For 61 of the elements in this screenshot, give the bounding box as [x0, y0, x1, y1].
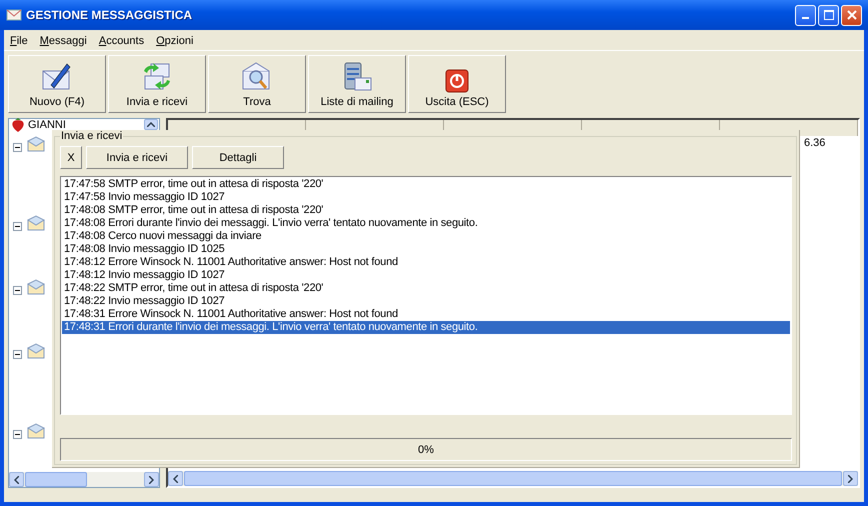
scrollbar-thumb[interactable]: [25, 472, 87, 487]
log-entry[interactable]: 17:48:08 Errori durante l'invio dei messaggi. L'invio verra' tentato nuovamente in seguito.: [62, 217, 790, 230]
envelope-icon: [27, 423, 45, 439]
envelope-icon: [27, 343, 45, 359]
log-entry[interactable]: 17:48:08 Cerco nuovi messaggi da inviare: [62, 230, 790, 243]
log-entry[interactable]: 17:48:12 Invio messaggio ID 1027: [62, 269, 790, 282]
menu-item[interactable]: Messaggi: [40, 35, 87, 47]
log-entry[interactable]: 17:48:08 Invio messaggio ID 1025: [62, 243, 790, 256]
chevron-up-icon: [147, 122, 155, 127]
collapse-icon[interactable]: [13, 222, 22, 231]
envelope-icon: [6, 8, 22, 22]
minimize-button[interactable]: [795, 4, 816, 26]
progress-reading: 0%: [418, 444, 434, 456]
menu-item[interactable]: File: [10, 35, 28, 47]
envelope-icon: [27, 279, 45, 295]
chevron-left-icon: [173, 474, 178, 482]
toolbar-button[interactable]: Uscita (ESC): [408, 55, 506, 113]
toolbar-button[interactable]: Nuovo (F4): [8, 55, 106, 113]
log-entry[interactable]: 17:48:22 Invio messaggio ID 1027: [62, 295, 790, 308]
scroll-left-button[interactable]: [168, 471, 183, 486]
group-title: Invia e ricevi: [60, 130, 124, 142]
chevron-right-icon: [149, 476, 154, 484]
close-button[interactable]: X: [60, 146, 82, 169]
toolbar-button[interactable]: Trova: [208, 55, 306, 113]
scroll-left-button[interactable]: [9, 472, 24, 487]
log-entry[interactable]: 17:47:58 Invio messaggio ID 1027: [62, 191, 790, 204]
chevron-right-icon: [848, 474, 853, 482]
table-cell-text: 6.36: [804, 136, 826, 150]
close-icon: [846, 10, 856, 20]
panel-button[interactable]: Dettagli: [192, 146, 284, 169]
log-entry[interactable]: 17:48:22 SMTP error, time out in attesa di risposta '220': [62, 282, 790, 295]
scroll-right-button[interactable]: [144, 472, 159, 487]
panel-button[interactable]: Invia e ricevi: [86, 146, 188, 169]
maximize-icon: [824, 10, 834, 20]
toolbar-button[interactable]: Invia e ricevi: [108, 55, 206, 113]
menu-item[interactable]: Opzioni: [156, 35, 194, 47]
power-icon: [445, 69, 469, 93]
maximize-button[interactable]: [818, 4, 839, 26]
window-title: GESTIONE MESSAGGISTICA: [26, 8, 194, 22]
envelope-arrows-icon: [141, 61, 173, 93]
toolbar-button[interactable]: Liste di mailing: [308, 55, 406, 113]
chevron-left-icon: [14, 476, 19, 484]
menu-item[interactable]: Accounts: [98, 35, 144, 47]
envelope-icon: [27, 136, 45, 152]
scroll-up-button[interactable]: [144, 119, 158, 130]
scrollbar-thumb[interactable]: [184, 471, 842, 486]
log-entry[interactable]: 17:48:08 SMTP error, time out in attesa di risposta '220': [62, 204, 790, 217]
collapse-icon[interactable]: [13, 143, 22, 152]
log-entry[interactable]: 17:48:12 Errore Winsock N. 11001 Authoritative answer: Host not found: [62, 256, 790, 269]
envelope-icon: [27, 215, 45, 231]
strawberry-icon: [11, 117, 25, 133]
log-entry[interactable]: 17:47:58 SMTP error, time out in attesa di risposta '220': [62, 178, 790, 191]
collapse-icon[interactable]: [13, 286, 22, 295]
log-entry[interactable]: 17:48:31 Errori durante l'invio dei messaggi. L'invio verra' tentato nuovamente in seguito.: [62, 321, 790, 334]
log-entry[interactable]: 17:48:31 Errore Winsock N. 11001 Authoritative answer: Host not found: [62, 308, 790, 321]
tree-item[interactable]: GIANNI: [28, 119, 66, 131]
collapse-icon[interactable]: [13, 430, 22, 439]
scroll-right-button[interactable]: [843, 471, 858, 486]
minimize-icon: [802, 17, 809, 19]
close-button[interactable]: [841, 4, 862, 26]
collapse-icon[interactable]: [13, 350, 22, 359]
